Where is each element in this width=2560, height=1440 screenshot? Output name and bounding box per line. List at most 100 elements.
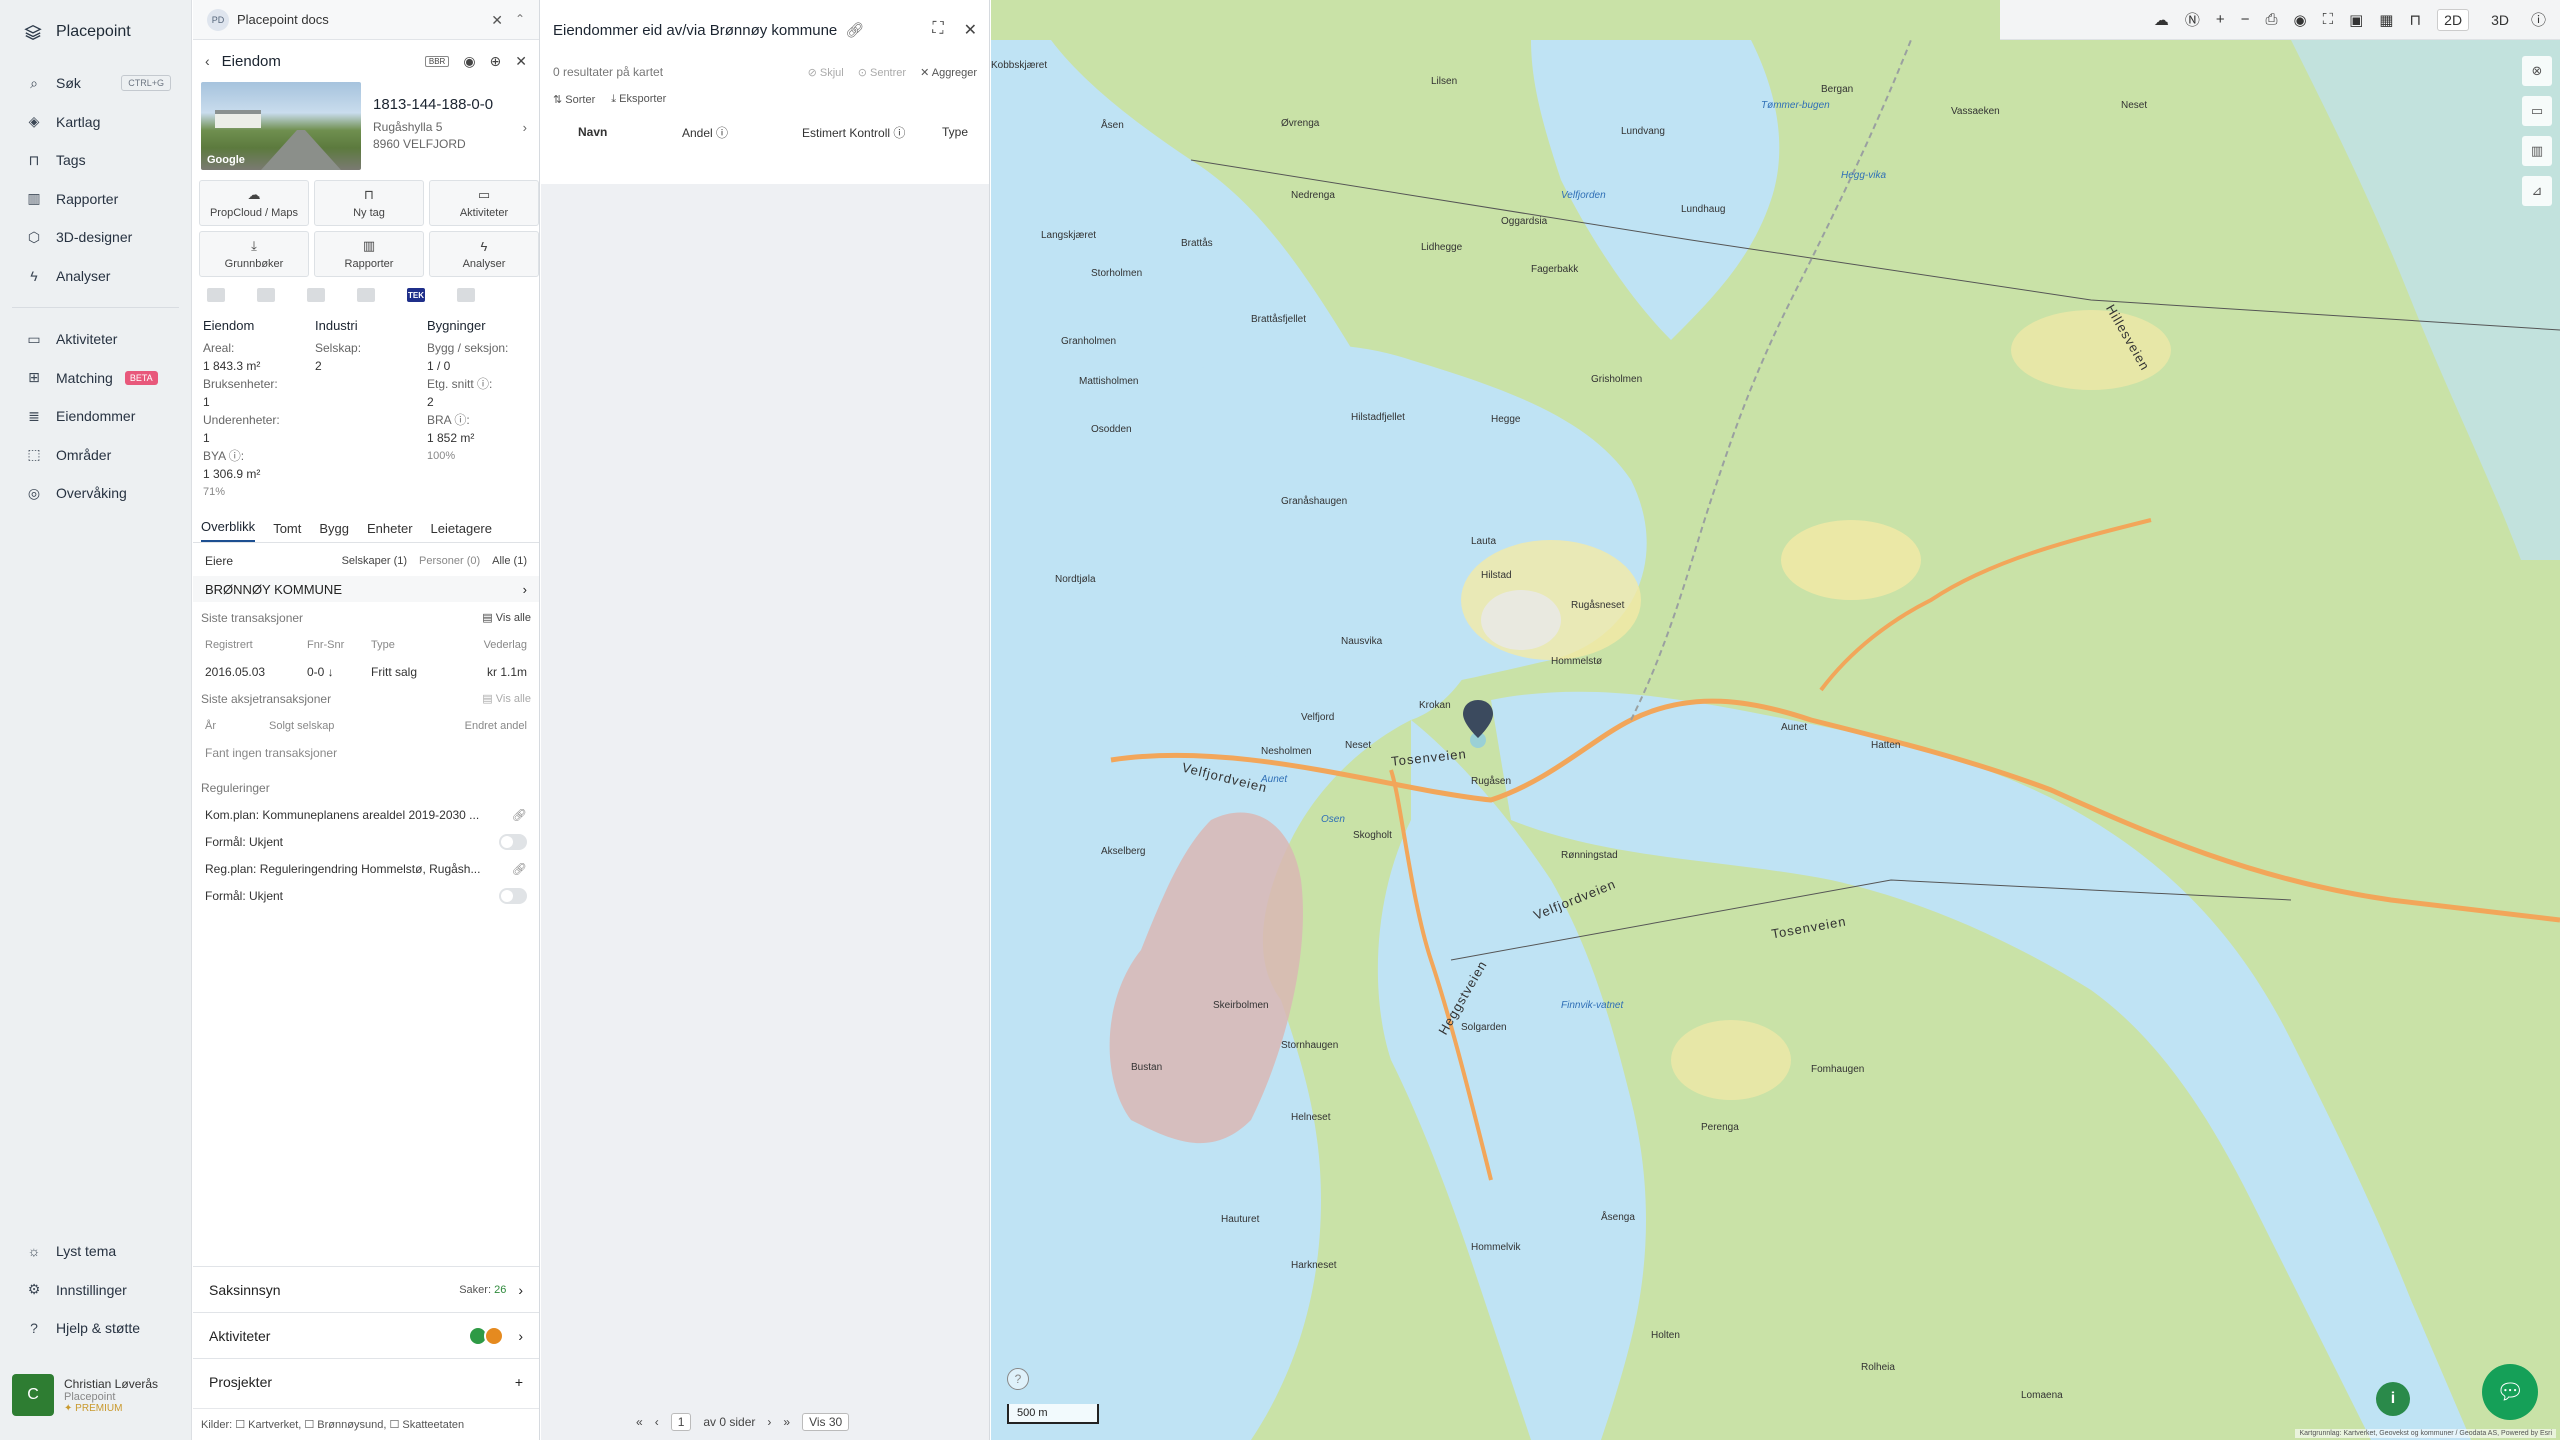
- toggle-switch[interactable]: [499, 833, 527, 850]
- fullscreen-icon[interactable]: ⛶: [2323, 11, 2334, 28]
- source-icon[interactable]: [207, 288, 225, 302]
- bookmark-icon[interactable]: ⊓: [2409, 11, 2421, 29]
- cell[interactable]: 0-0 ↓: [307, 665, 371, 679]
- chat-button[interactable]: 💬︎: [2482, 1364, 2538, 1420]
- chevron-updown-icon[interactable]: ⌃: [515, 12, 525, 26]
- hide-button[interactable]: ⊘ Skjul: [808, 66, 844, 79]
- next-page-icon[interactable]: ›: [767, 1415, 771, 1429]
- close-icon[interactable]: ✕: [964, 20, 977, 40]
- mode-2d-button[interactable]: 2D: [2437, 8, 2470, 31]
- tab-leietagere[interactable]: Leietagere: [431, 521, 492, 542]
- aggregate-button[interactable]: ✕ Aggreger: [920, 66, 977, 79]
- last-page-icon[interactable]: »: [783, 1415, 790, 1429]
- tab-tomt[interactable]: Tomt: [273, 521, 301, 542]
- prev-page-icon[interactable]: ‹: [655, 1415, 659, 1429]
- nav-item-innstillinger[interactable]: ⚙ Innstillinger: [0, 1271, 191, 1310]
- col-header[interactable]: Estimert Kontroll ⓘ: [802, 124, 942, 141]
- eye-icon[interactable]: ◉: [463, 53, 475, 70]
- col-header[interactable]: Type: [942, 125, 968, 139]
- prosjekter-row[interactable]: Prosjekter +: [193, 1358, 539, 1404]
- nav-item-aktiviteter[interactable]: ▭ Aktiviteter: [0, 320, 191, 359]
- owner-row[interactable]: BRØNNØY KOMMUNE ›: [193, 576, 539, 602]
- info-icon[interactable]: ⓘ: [2531, 9, 2546, 30]
- vis-alle-link[interactable]: ▤ Vis alle: [482, 611, 531, 624]
- filter-all[interactable]: Alle (1): [492, 555, 527, 567]
- action-aktiviteter-button[interactable]: ▭ Aktiviteter: [429, 180, 539, 226]
- target-icon[interactable]: ⊕: [490, 53, 502, 70]
- info-button[interactable]: i: [2376, 1382, 2410, 1416]
- reg-plan-row[interactable]: Reg.plan: Reguleringendring Hommelstø, R…: [205, 855, 527, 882]
- layers-toggle-icon[interactable]: ▭: [2522, 96, 2552, 126]
- measure-icon[interactable]: ⊿: [2522, 176, 2552, 206]
- toggle-switch[interactable]: [499, 887, 527, 904]
- reg-kom-row[interactable]: Kom.plan: Kommuneplanens arealdel 2019-2…: [205, 801, 527, 828]
- tek-icon[interactable]: TEK: [407, 288, 425, 302]
- action-propcloud-maps-button[interactable]: ☁ PropCloud / Maps: [199, 180, 309, 226]
- bbr-icon[interactable]: BBR: [424, 55, 450, 67]
- zoom-in-icon[interactable]: +: [2216, 11, 2225, 28]
- page-input[interactable]: 1: [670, 1413, 692, 1431]
- property-summary[interactable]: Google 1813-144-188-0-0 Rugåshylla 5 896…: [193, 82, 539, 172]
- nav-item-søk[interactable]: ⌕ Søk CTRL+G: [0, 64, 191, 103]
- action-rapporter-button[interactable]: ▥ Rapporter: [314, 231, 424, 277]
- nav-item-matching[interactable]: ⊞ Matching BETA: [0, 359, 191, 398]
- brand[interactable]: Placepoint: [0, 0, 191, 64]
- plus-icon[interactable]: +: [515, 1374, 523, 1390]
- back-icon[interactable]: ‹: [205, 53, 210, 69]
- vis-alle-link[interactable]: ▤ Vis alle: [482, 692, 531, 705]
- nav-item-overvåking[interactable]: ◎ Overvåking: [0, 474, 191, 513]
- layers-icon[interactable]: ☁: [2154, 11, 2169, 29]
- source-icon[interactable]: [357, 288, 375, 302]
- chart-tool-icon[interactable]: ▥: [2522, 136, 2552, 166]
- action-grunnbøker-button[interactable]: ⤓ Grunnbøker: [199, 231, 309, 277]
- map-tool-icon[interactable]: ⊗: [2522, 56, 2552, 86]
- docs-tab[interactable]: PD Placepoint docs ✕ ⌃: [193, 0, 539, 40]
- close-panel-icon[interactable]: ✕: [515, 53, 527, 70]
- help-icon[interactable]: ?: [1007, 1368, 1029, 1390]
- expand-icon[interactable]: ⛶: [932, 20, 943, 40]
- filter-persons[interactable]: Personer (0): [419, 555, 480, 567]
- col-header[interactable]: Andel ⓘ: [682, 124, 802, 141]
- nav-item-rapporter[interactable]: ▥ Rapporter: [0, 180, 191, 219]
- map-view[interactable]: Kobbskjæret Åsen Øvrenga Lilsen Lundvang…: [991, 0, 2560, 1440]
- nav-item-lyst-tema[interactable]: ☼ Lyst tema: [0, 1232, 191, 1271]
- tab-overblikk[interactable]: Overblikk: [201, 519, 256, 542]
- nav-item-tags[interactable]: ⊓ Tags: [0, 141, 191, 180]
- tab-bygg[interactable]: Bygg: [319, 521, 349, 542]
- zoom-out-icon[interactable]: −: [2241, 11, 2250, 28]
- close-icon[interactable]: ✕: [491, 12, 503, 29]
- source-icon[interactable]: [307, 288, 325, 302]
- compass-icon[interactable]: Ⓝ: [2185, 9, 2200, 30]
- first-page-icon[interactable]: «: [636, 1415, 643, 1429]
- nav-item-hjelp-støtte[interactable]: ? Hjelp & støtte: [0, 1309, 191, 1348]
- export-button[interactable]: ⤓ Eksporter: [611, 93, 666, 106]
- link-icon[interactable]: 🔗︎: [512, 808, 527, 822]
- chevron-right-icon[interactable]: ›: [523, 120, 527, 135]
- user-card[interactable]: C Christian Løverås Placepoint ✦ PREMIUM: [12, 1366, 180, 1424]
- nav-item-områder[interactable]: ⬚ Områder: [0, 436, 191, 475]
- property-photo[interactable]: Google: [201, 82, 361, 170]
- col-header[interactable]: Navn: [578, 125, 682, 139]
- nav-item-eiendommer[interactable]: ≣ Eiendommer: [0, 397, 191, 436]
- filter-companies[interactable]: Selskaper (1): [342, 555, 407, 567]
- center-button[interactable]: ⊙ Sentrer: [858, 66, 906, 79]
- saksinnsyn-row[interactable]: Saksinnsyn Saker: 26 ›: [193, 1266, 539, 1312]
- mode-3d-button[interactable]: 3D: [2485, 10, 2515, 30]
- nav-item-3d-designer[interactable]: ⬡ 3D-designer: [0, 218, 191, 257]
- nav-item-analyser[interactable]: ϟ Analyser: [0, 257, 191, 296]
- link-icon[interactable]: 🔗︎: [512, 862, 527, 876]
- print-icon[interactable]: ⎙: [2265, 11, 2277, 28]
- camera-icon[interactable]: ▣: [2349, 11, 2363, 29]
- page-size-select[interactable]: Vis 30: [802, 1413, 850, 1431]
- link-icon[interactable]: 🔗︎: [845, 21, 864, 39]
- nav-item-kartlag[interactable]: ◈ Kartlag: [0, 103, 191, 142]
- table-row[interactable]: 2016.05.03 0-0 ↓ Fritt salg kr 1.1m: [205, 658, 527, 685]
- action-ny-tag-button[interactable]: ⊓ Ny tag: [314, 180, 424, 226]
- aktiviteter-row[interactable]: Aktiviteter ›: [193, 1312, 539, 1358]
- action-analyser-button[interactable]: ϟ Analyser: [429, 231, 539, 277]
- source-icon[interactable]: [257, 288, 275, 302]
- tab-enheter[interactable]: Enheter: [367, 521, 413, 542]
- grid-icon[interactable]: ▦: [2379, 11, 2393, 29]
- source-icon[interactable]: [457, 288, 475, 302]
- sort-button[interactable]: ⇅ Sorter: [553, 93, 595, 106]
